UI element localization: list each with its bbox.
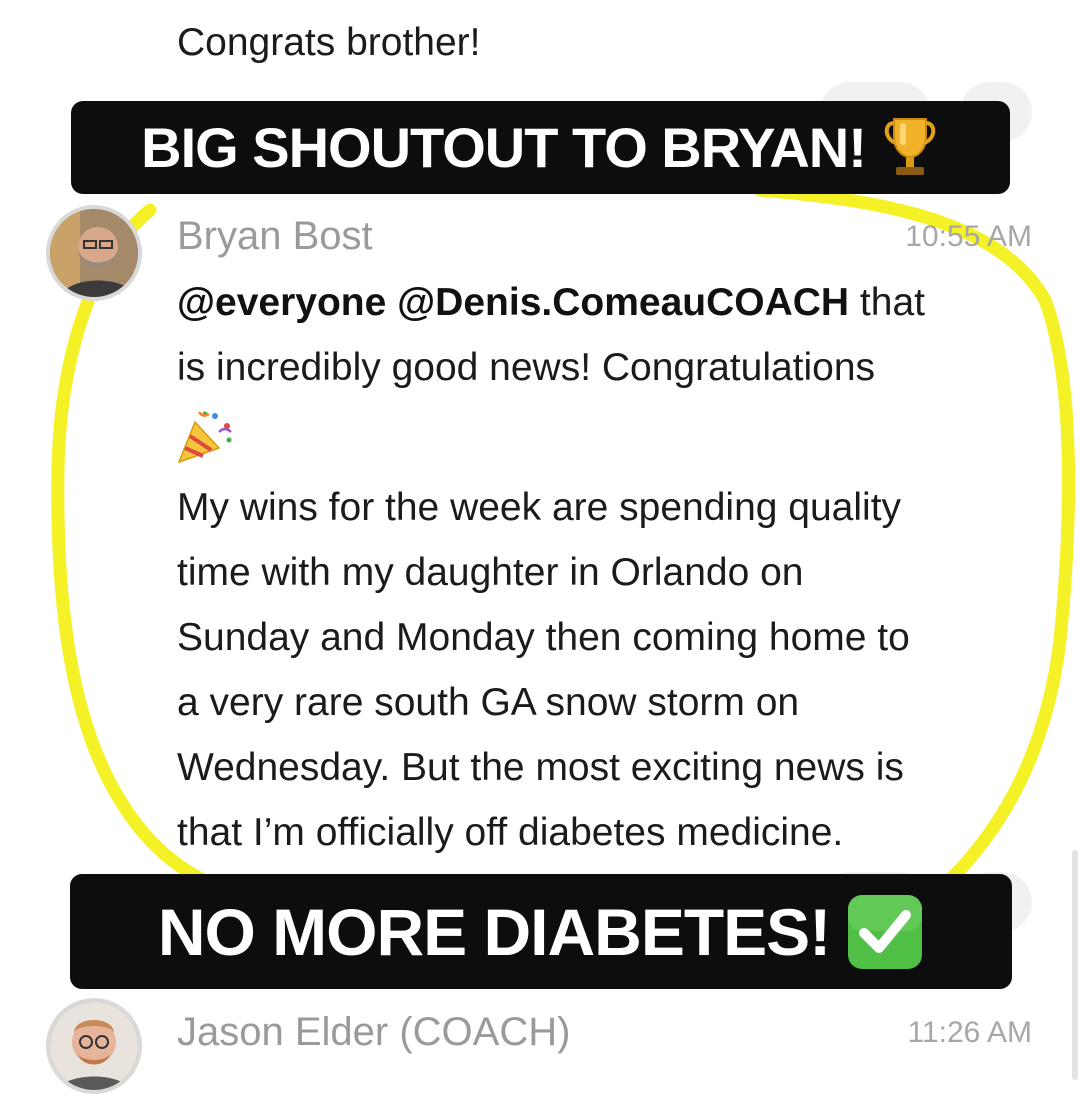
message-body-line: My wins for the week are spending qualit… [177,486,902,529]
message-body-line: that I’m officially off diabetes medicin… [177,811,844,854]
message-body-line: is incredibly good news! Congratulations [177,346,876,389]
shoutout-banner: BIG SHOUTOUT TO BRYAN! [71,101,1010,194]
message-body-line: Wednesday. But the most exciting news is [177,746,904,789]
message-author[interactable]: Bryan Bost [177,214,373,259]
previous-message-text: Congrats brother! [177,21,481,64]
avatar[interactable] [46,205,142,301]
message-body-line: Sunday and Monday then coming home to [177,616,910,659]
diabetes-banner: NO MORE DIABETES! [70,874,1012,989]
mention-coach[interactable]: @Denis.ComeauCOACH [397,281,849,324]
mention-everyone[interactable]: @everyone [177,281,386,324]
message-author[interactable]: Jason Elder (COACH) [177,1010,570,1055]
message-timestamp: 10:55 AM [905,220,1032,253]
message-body-line: @everyone @Denis.ComeauCOACH that [177,270,925,335]
diabetes-banner-text: NO MORE DIABETES! [157,894,831,969]
party-popper-icon [175,408,235,466]
shoutout-banner-text: BIG SHOUTOUT TO BRYAN! [141,116,867,179]
check-mark-icon [846,893,924,971]
message-timestamp: 11:26 AM [907,1016,1032,1049]
message-body-line: a very rare south GA snow storm on [177,681,800,724]
trophy-icon [880,115,940,181]
message-text-fragment: that [849,281,925,324]
scrollbar[interactable] [1072,850,1078,1080]
message-body-line: time with my daughter in Orlando on [177,551,804,594]
